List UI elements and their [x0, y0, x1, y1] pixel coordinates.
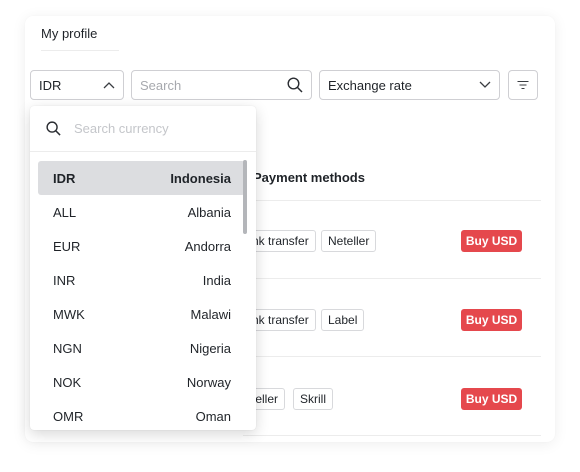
currency-option-idr[interactable]: IDR Indonesia — [38, 161, 245, 195]
currency-option-inr[interactable]: INR India — [38, 263, 245, 297]
currency-option-omr[interactable]: OMR Oman — [38, 399, 245, 430]
currency-option-mwk[interactable]: MWK Malawi — [38, 297, 245, 331]
currency-select[interactable]: IDR — [30, 70, 124, 100]
buy-usd-button[interactable]: Buy USD — [461, 230, 522, 252]
search-field[interactable] — [131, 70, 312, 100]
row-divider — [243, 435, 541, 436]
currency-country: Oman — [195, 408, 231, 424]
currency-code: NGN — [53, 340, 82, 356]
sort-select[interactable]: Exchange rate — [319, 70, 500, 100]
currency-select-value: IDR — [39, 77, 62, 93]
search-icon[interactable] — [287, 77, 303, 93]
currency-list: IDR Indonesia ALL Albania EUR Andorra IN… — [38, 161, 245, 430]
chevron-up-icon — [103, 82, 115, 89]
filter-button[interactable] — [508, 70, 538, 100]
search-icon — [46, 121, 61, 136]
currency-code: NOK — [53, 374, 82, 390]
payment-methods-header: Payment methods — [253, 170, 365, 185]
currency-option-all[interactable]: ALL Albania — [38, 195, 245, 229]
currency-country: Norway — [186, 374, 231, 390]
dropdown-scrollbar[interactable] — [243, 160, 247, 234]
currency-code: INR — [53, 272, 76, 288]
currency-code: IDR — [53, 170, 76, 186]
currency-code: ALL — [53, 204, 77, 220]
buy-usd-button[interactable]: Buy USD — [461, 388, 522, 410]
currency-option-nok[interactable]: NOK Norway — [38, 365, 245, 399]
currency-country: Nigeria — [189, 340, 231, 356]
row-divider — [243, 356, 541, 357]
currency-dropdown: IDR Indonesia ALL Albania EUR Andorra IN… — [30, 106, 256, 430]
row-divider — [243, 278, 541, 279]
buy-usd-button[interactable]: Buy USD — [461, 309, 522, 331]
row-divider — [243, 200, 541, 201]
currency-country: Albania — [187, 204, 231, 220]
currency-code: MWK — [53, 306, 85, 322]
currency-country: India — [202, 272, 231, 288]
currency-code: EUR — [53, 238, 81, 254]
currency-search-input[interactable] — [74, 121, 234, 136]
currency-search[interactable] — [30, 106, 256, 152]
search-input[interactable] — [140, 77, 280, 93]
payment-method-chip: Skrill — [293, 388, 333, 410]
currency-code: OMR — [53, 408, 84, 424]
payment-method-chip: Label — [321, 309, 365, 331]
tab-my-profile[interactable]: My profile — [41, 25, 120, 51]
payment-method-chip: Neteller — [321, 230, 377, 252]
sort-select-value: Exchange rate — [328, 77, 412, 93]
currency-option-ngn[interactable]: NGN Nigeria — [38, 331, 245, 365]
filter-icon — [517, 80, 529, 90]
currency-country: Malawi — [190, 306, 231, 322]
currency-country: Andorra — [184, 238, 231, 254]
currency-option-eur[interactable]: EUR Andorra — [38, 229, 245, 263]
chevron-down-icon — [479, 81, 491, 88]
currency-country: Indonesia — [170, 170, 231, 186]
